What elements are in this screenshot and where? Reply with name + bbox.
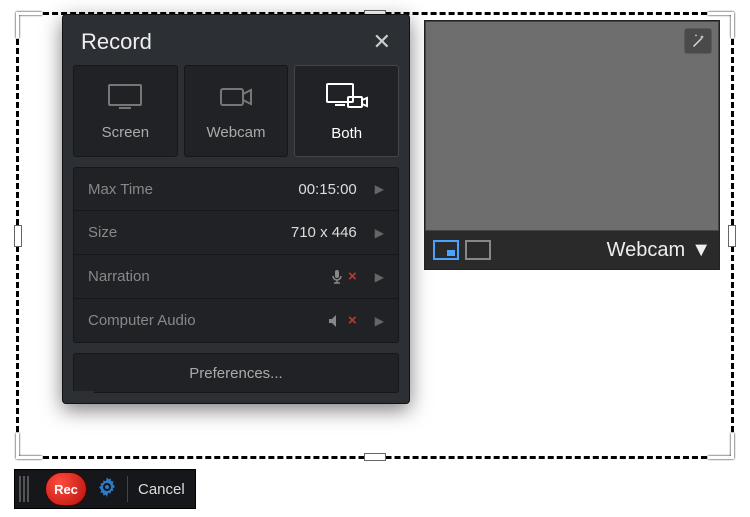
grip-handle[interactable] [19, 476, 29, 502]
setting-max-time[interactable]: Max Time 00:15:00 ▶ [73, 167, 399, 211]
screen-plus-camera-icon [324, 81, 370, 117]
gear-icon [97, 477, 117, 497]
webcam-footer: Webcam ▼ [425, 231, 719, 269]
record-popover: Record ✕ Screen Webcam Both Max Time [62, 14, 410, 404]
layout-full-button[interactable] [465, 240, 491, 260]
webcam-source-dropdown[interactable]: Webcam ▼ [607, 239, 711, 262]
close-icon: ✕ [373, 29, 391, 54]
corner-handle-bl[interactable] [16, 433, 42, 459]
chevron-right-icon: ▶ [375, 314, 384, 328]
mode-both-label: Both [331, 125, 362, 142]
camera-icon [216, 82, 256, 116]
corner-handle-tl[interactable] [16, 12, 42, 38]
mode-screen-button[interactable]: Screen [73, 65, 178, 157]
close-button[interactable]: ✕ [373, 29, 391, 55]
disabled-x-icon: × [348, 268, 357, 285]
setting-size[interactable]: Size 710 x 446 ▶ [73, 211, 399, 255]
chevron-right-icon: ▶ [375, 226, 384, 240]
edge-handle-bottom[interactable] [364, 453, 386, 461]
maxtime-label: Max Time [88, 181, 153, 198]
disabled-x-icon: × [348, 312, 357, 329]
computer-audio-label: Computer Audio [88, 312, 196, 329]
control-bar: Rec Cancel [14, 469, 196, 509]
webcam-preview [425, 21, 719, 231]
webcam-source-label: Webcam [607, 239, 686, 262]
webcam-panel: Webcam ▼ [424, 20, 720, 270]
narration-label: Narration [88, 268, 150, 285]
setting-computer-audio[interactable]: Computer Audio × ▶ [73, 299, 399, 343]
cancel-label: Cancel [138, 481, 185, 498]
mode-both-button[interactable]: Both [294, 65, 399, 157]
mode-screen-label: Screen [102, 124, 150, 141]
speaker-icon: × [328, 312, 357, 329]
preferences-label: Preferences... [189, 365, 282, 382]
magic-wand-icon [690, 33, 706, 49]
mode-webcam-label: Webcam [207, 124, 266, 141]
popover-title: Record [81, 29, 152, 55]
size-label: Size [88, 224, 117, 241]
cancel-button[interactable]: Cancel [138, 481, 185, 498]
record-button[interactable]: Rec [45, 472, 87, 506]
chevron-right-icon: ▶ [375, 270, 384, 284]
microphone-icon: × [330, 268, 357, 285]
chevron-down-icon: ▼ [691, 239, 711, 262]
mode-webcam-button[interactable]: Webcam [184, 65, 289, 157]
edge-handle-right[interactable] [728, 225, 736, 247]
edge-handle-left[interactable] [14, 225, 22, 247]
chevron-right-icon: ▶ [375, 182, 384, 196]
layout-pip-button[interactable] [433, 240, 459, 260]
record-button-label: Rec [54, 482, 78, 497]
setting-narration[interactable]: Narration × ▶ [73, 255, 399, 299]
preferences-button[interactable]: Preferences... [73, 353, 399, 393]
separator [127, 476, 128, 502]
effects-button[interactable] [684, 28, 712, 54]
monitor-icon [105, 82, 145, 116]
size-value: 710 x 446 [291, 224, 357, 241]
maxtime-value: 00:15:00 [298, 181, 356, 198]
corner-handle-br[interactable] [708, 433, 734, 459]
settings-gear-button[interactable] [97, 477, 117, 502]
